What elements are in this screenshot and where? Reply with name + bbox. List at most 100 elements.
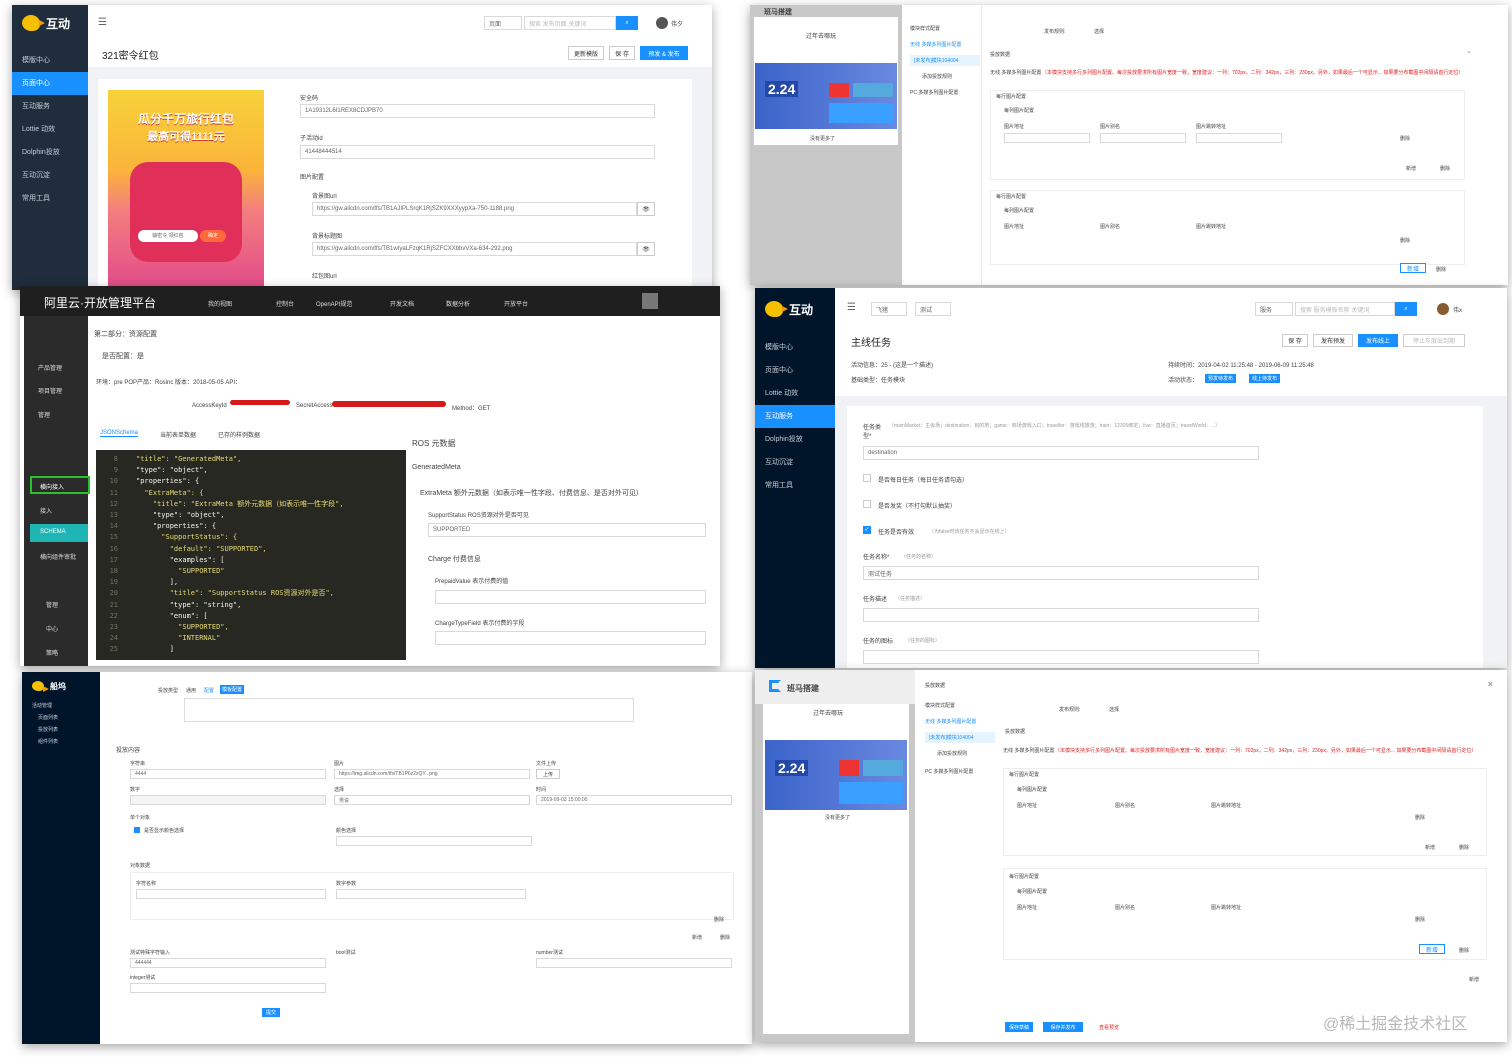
nav-item-interact-service[interactable]: 互动服务 <box>755 405 835 428</box>
nav-item-interact-service[interactable]: 互动服务 <box>12 95 88 118</box>
nav-item-dolphin[interactable]: Dolphin投放 <box>12 141 88 164</box>
charge-type-input[interactable] <box>435 631 706 645</box>
num-param-input[interactable] <box>336 889 526 899</box>
top-nav-console[interactable]: 控制台 <box>276 299 294 308</box>
update-template-button[interactable]: 更新模版 <box>568 46 604 60</box>
sidebar-item[interactable]: SCHEMA <box>40 529 66 535</box>
tree-item[interactable]: PC 多媒多列图片配置 <box>925 768 973 775</box>
top-nav-analytics[interactable]: 数据分析 <box>446 299 470 308</box>
task-name-input[interactable]: 测试任务 <box>863 566 1259 580</box>
award-checkbox[interactable] <box>863 500 871 508</box>
sidebar-item[interactable]: 接入 <box>40 506 52 515</box>
nav-item-tools[interactable]: 常用工具 <box>12 187 88 210</box>
save-button[interactable]: 保 存 <box>1282 334 1308 347</box>
menu-toggle-icon[interactable]: ☰ <box>98 17 107 28</box>
tree-item[interactable]: 无线 多媒多列图片配置 <box>925 718 976 725</box>
project-select[interactable]: 测试 <box>915 302 951 316</box>
number-input[interactable] <box>130 795 326 805</box>
delete-link[interactable]: 删除 <box>1436 266 1446 273</box>
delete-link[interactable]: 删除 <box>1459 947 1469 954</box>
nav-item-page-center[interactable]: 页面中心 <box>755 359 835 382</box>
org-select[interactable]: 飞猪 <box>871 302 907 316</box>
nav-item-template-center[interactable]: 模版中心 <box>12 49 88 72</box>
bg-url-input[interactable]: https://gw.alicdn.com/tfs/TB1AJIPLSrqK1R… <box>312 202 637 216</box>
stop-gray-button[interactable]: 停止灰度出到期 <box>1403 334 1465 347</box>
sidebar-item[interactable]: 横向接入 <box>40 482 64 491</box>
delete-link[interactable]: 删除 <box>1415 916 1425 923</box>
daily-task-checkbox[interactable] <box>863 474 871 482</box>
nav-item-template-center[interactable]: 模版中心 <box>755 336 835 359</box>
top-nav-open-platform[interactable]: 开放平台 <box>504 299 528 308</box>
char-name-input[interactable] <box>136 889 326 899</box>
tree-item[interactable]: PC 多媒多列图片配置 <box>910 89 958 96</box>
nav-item-pages[interactable]: 页面列表 <box>22 712 100 724</box>
search-button[interactable]: ⌕ <box>1395 302 1417 316</box>
tab-saved-samples[interactable]: 已存的样例数据 <box>218 430 260 439</box>
delete-link[interactable]: 删除 <box>720 934 730 941</box>
search-type-select[interactable]: 页面 <box>484 16 522 30</box>
tree-item[interactable]: 添加投放规则 <box>937 750 967 757</box>
template-config-button[interactable]: 模板配置 <box>220 685 244 694</box>
tree-item[interactable]: [未发布]模块104004 <box>929 734 973 741</box>
delete-link[interactable]: 删除 <box>1440 165 1450 172</box>
prepaid-input[interactable] <box>435 590 706 604</box>
nav-item-lottie[interactable]: Lottie 动效 <box>755 382 835 405</box>
nav-item-interact-deposit[interactable]: 互动沉淀 <box>12 164 88 187</box>
sidebar-item[interactable]: 横向组件审批 <box>40 552 76 561</box>
tree-item[interactable]: 无线 多媒多列图片配置 <box>910 41 961 48</box>
add-link[interactable]: 新增 <box>1469 976 1479 983</box>
subid-input[interactable]: 41448444514 <box>300 145 655 159</box>
avatar[interactable] <box>1437 303 1449 315</box>
nav-item-lottie[interactable]: Lottie 动效 <box>12 118 88 141</box>
radio-general[interactable]: 通用 <box>186 687 196 694</box>
nav-item-activity[interactable]: 活动管理 <box>22 700 100 712</box>
add-link[interactable]: 新增 <box>1406 165 1416 172</box>
search-input[interactable]: 搜索 服务模板名称 关键词 <box>1295 302 1395 316</box>
preview-button[interactable]: 查看预览 <box>1095 1022 1123 1032</box>
top-nav-docs[interactable]: 开发文档 <box>390 299 414 308</box>
tree-item[interactable]: 模块样式配置 <box>925 702 955 709</box>
time-input[interactable]: 2019-09-03 15:00:00 <box>536 795 732 805</box>
bg-title-input[interactable]: https://gw.alicdn.com/tfs/TB1wIyaLFzqK1R… <box>312 242 637 256</box>
top-nav-dashboard[interactable]: 我的视图 <box>208 299 232 308</box>
show-color-checkbox[interactable] <box>134 827 140 833</box>
string-input[interactable]: 4444 <box>130 769 326 779</box>
save-draft-button[interactable]: 保存草稿 <box>1005 1022 1033 1032</box>
save-publish-button[interactable]: 保存并发布 <box>1043 1022 1083 1032</box>
sidebar-item[interactable]: 项目管理 <box>38 386 62 395</box>
search-input[interactable]: 搜索 发布页面 关键词 <box>524 16 616 30</box>
publish-online-button[interactable]: 发布线上 <box>1358 334 1398 347</box>
avatar[interactable] <box>656 17 668 29</box>
special-char-input[interactable]: 444444 <box>130 958 326 968</box>
eye-icon[interactable]: 👁 <box>637 242 655 256</box>
radio-config[interactable]: 配置 <box>204 687 214 694</box>
upload-button[interactable]: 上传 <box>536 769 560 779</box>
delete-link[interactable]: 删除 <box>1400 237 1410 244</box>
publish-pre-button[interactable]: 发布预发 <box>1313 334 1353 347</box>
task-type-select[interactable]: destination <box>863 446 1259 460</box>
save-button[interactable]: 保 存 <box>609 46 635 60</box>
tab-form-data[interactable]: 当前表单数据 <box>160 430 196 439</box>
integer-test-input[interactable] <box>130 983 326 993</box>
avatar[interactable] <box>642 293 658 309</box>
delete-link[interactable]: 删除 <box>1459 844 1469 851</box>
add-link[interactable]: 新增 <box>1425 844 1435 851</box>
select-input[interactable]: 男说 <box>334 795 530 805</box>
search-button[interactable]: ⌕ <box>616 16 638 30</box>
config-textarea[interactable] <box>184 698 634 722</box>
sidebar-item[interactable]: 产品管理 <box>38 363 62 372</box>
key-input[interactable]: 1A19312L6I1REX8CDJPB70 <box>300 104 655 118</box>
number-test-input[interactable] <box>536 958 732 968</box>
sidebar-item[interactable]: 策略 <box>46 648 58 657</box>
nav-item-dolphin[interactable]: Dolphin投放 <box>755 428 835 451</box>
search-type-select[interactable]: 服务 <box>1255 302 1293 316</box>
sidebar-item[interactable]: 管理 <box>46 600 58 609</box>
img-alias-input[interactable] <box>1100 133 1186 143</box>
chevron-down-icon[interactable]: ⌄ <box>1466 47 1472 55</box>
close-icon[interactable]: ✕ <box>1487 680 1494 689</box>
rules-value[interactable]: 选择 <box>1109 706 1119 713</box>
publish-button[interactable]: 预发 & 发布 <box>640 46 688 60</box>
add-link[interactable]: 新增 <box>692 934 702 941</box>
img-url-input[interactable] <box>1004 133 1090 143</box>
task-desc-input[interactable] <box>863 608 1259 622</box>
